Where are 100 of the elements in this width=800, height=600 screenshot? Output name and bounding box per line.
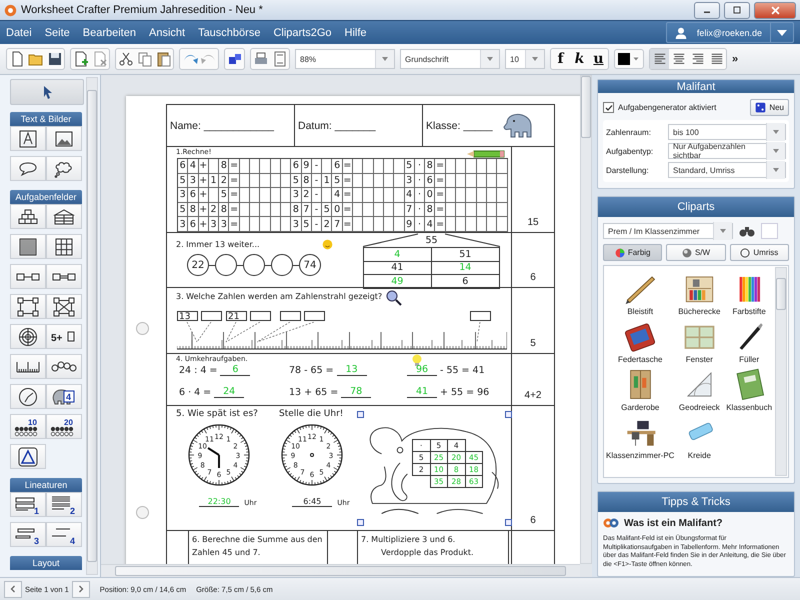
scrollbar[interactable] (86, 77, 98, 575)
tool-button[interactable]: 3 (10, 522, 46, 547)
number-wall-icon[interactable] (17, 208, 39, 224)
tool-button[interactable] (10, 354, 46, 379)
answer-box[interactable] (280, 311, 301, 321)
answer-box[interactable]: 13 (177, 311, 198, 321)
dropdown-field[interactable]: bis 100 (668, 124, 786, 140)
next-page-button[interactable] (72, 580, 90, 598)
menu-item[interactable]: Cliparts2Go (273, 26, 332, 38)
new-button[interactable]: Neu (750, 99, 789, 116)
menu-item[interactable]: Seite (44, 26, 70, 38)
clipart-item[interactable]: Kreide (674, 412, 724, 460)
filter-button[interactable]: Farbig (603, 244, 662, 261)
tool-button[interactable] (46, 294, 82, 319)
pointer-tool-button[interactable] (10, 79, 84, 105)
menu-item[interactable]: Bearbeiten (82, 26, 136, 38)
number-house-icon[interactable] (53, 208, 75, 224)
arrow-square-icon[interactable] (17, 296, 39, 316)
menu-item[interactable]: Hilfe (344, 26, 367, 38)
selection-handle[interactable] (357, 411, 364, 418)
format-button[interactable]: k (570, 49, 589, 69)
tool-button[interactable] (10, 384, 46, 409)
tool-button[interactable] (46, 354, 82, 379)
tool-button[interactable] (10, 324, 46, 349)
double-chain-icon[interactable] (52, 272, 76, 282)
clipart-item[interactable]: Füller (724, 316, 774, 364)
clipart-item[interactable]: Geodreieck (674, 364, 724, 412)
target-icon[interactable] (18, 326, 38, 346)
tool-button[interactable] (10, 444, 46, 469)
tool-button[interactable] (10, 126, 46, 151)
tool-button[interactable]: 5+ (46, 324, 82, 349)
tool-button[interactable] (46, 156, 82, 181)
menu-item[interactable]: Ansicht (148, 26, 186, 38)
tool-button[interactable]: 4 (46, 384, 82, 409)
tool-button[interactable]: 2 (46, 492, 82, 517)
menu-item[interactable]: Datei (6, 26, 32, 38)
tool-button[interactable] (46, 126, 82, 151)
clipart-item[interactable]: Bleistift (606, 268, 674, 316)
zoom-select[interactable]: 88% (295, 49, 395, 69)
clipart-item[interactable]: Fenster (674, 316, 724, 364)
cross-square-icon[interactable] (53, 296, 75, 316)
tool-button[interactable] (46, 204, 82, 229)
filter-button[interactable]: S/W (666, 244, 726, 261)
fine-grid-icon[interactable] (19, 238, 37, 256)
tool-button[interactable] (46, 264, 82, 289)
search-field[interactable] (761, 223, 778, 239)
close-button[interactable] (754, 2, 796, 18)
dropdown-field[interactable]: Standard, Umriss (668, 162, 786, 178)
image-icon[interactable] (55, 130, 73, 148)
selection-handle[interactable] (505, 411, 512, 418)
minimize-button[interactable] (694, 2, 720, 18)
answer-box[interactable] (304, 311, 325, 321)
previous-page-button[interactable] (4, 580, 22, 598)
clock-icon[interactable] (18, 386, 38, 406)
scrollbar[interactable] (101, 564, 580, 577)
clipart-item[interactable]: Garderobe (606, 364, 674, 412)
triangle-icon[interactable] (18, 446, 38, 466)
scrollbar[interactable] (775, 267, 787, 476)
speech-bubble-icon[interactable] (18, 160, 38, 176)
font-size-select[interactable]: 10 (505, 49, 545, 69)
category-select[interactable]: Prem / Im Klassenzimmer (603, 223, 733, 239)
tool-button[interactable] (10, 204, 46, 229)
tool-button[interactable] (10, 294, 46, 319)
tool-button[interactable]: 4 (46, 522, 82, 547)
answer-box[interactable]: 21 (226, 311, 247, 321)
text-color-button[interactable] (614, 49, 644, 69)
ruler-icon[interactable] (16, 360, 40, 374)
tool-button[interactable]: 10 (10, 414, 46, 439)
filter-button[interactable]: Umriss (730, 244, 789, 261)
chain-icon[interactable] (16, 272, 40, 282)
answer-box[interactable] (250, 311, 271, 321)
beads-icon[interactable] (51, 360, 77, 372)
tool-button[interactable] (10, 234, 46, 259)
format-button[interactable]: f (551, 49, 570, 69)
tool-button[interactable] (10, 264, 46, 289)
selection-handle[interactable] (357, 519, 364, 526)
align-button[interactable] (650, 49, 669, 69)
more-tools-button[interactable]: » (732, 53, 738, 65)
answer-box[interactable] (201, 311, 222, 321)
account-menu[interactable]: felix@roeken.de (666, 22, 794, 43)
selection-handle[interactable] (505, 519, 512, 526)
clipart-item[interactable]: Bücherecke (674, 268, 724, 316)
menu-item[interactable]: Tauschbörse (198, 26, 260, 38)
format-button[interactable]: u (589, 49, 608, 69)
tool-button[interactable]: 20 (46, 414, 82, 439)
answer-box[interactable] (470, 311, 491, 321)
font-select[interactable]: Grundschrift (400, 49, 500, 69)
clipart-item[interactable]: Klassenbuch (724, 364, 774, 412)
clipart-item[interactable]: Farbstifte (724, 268, 774, 316)
clipart-item[interactable]: Klassenzimmer-PC (606, 412, 674, 460)
tool-button[interactable] (46, 234, 82, 259)
tool-button[interactable] (10, 156, 46, 181)
tool-button[interactable]: 1 (10, 492, 46, 517)
grid-icon[interactable] (55, 238, 73, 256)
text-box-icon[interactable] (19, 130, 37, 148)
scrollbar[interactable] (580, 75, 592, 564)
checkbox[interactable] (603, 102, 614, 113)
dropdown-field[interactable]: Nur Aufgabenzahlen sichtbar (668, 143, 786, 159)
clipart-item[interactable]: Federtasche (606, 316, 674, 364)
maximize-button[interactable] (724, 2, 750, 18)
